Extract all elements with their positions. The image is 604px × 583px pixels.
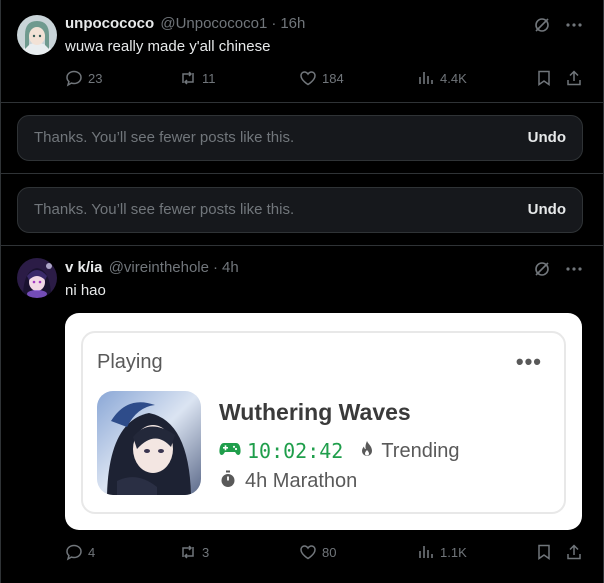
game-title: Wuthering Waves — [219, 399, 411, 425]
user-handle[interactable]: @vireinthehole — [109, 259, 209, 276]
trending-label: Trending — [381, 439, 460, 462]
now-playing-card: Playing ••• Wuthering Waves 10:02:42 Tre… — [81, 331, 566, 514]
stopwatch-icon — [219, 470, 237, 493]
playing-label: Playing — [97, 351, 163, 373]
grok-icon[interactable] — [533, 16, 551, 34]
timestamp[interactable]: 4h — [222, 259, 239, 276]
display-name[interactable]: v k/ia — [65, 259, 103, 276]
like-count: 184 — [322, 70, 344, 86]
fewer-posts-notice: Thanks. You’ll see fewer posts like this… — [17, 115, 583, 161]
repost-icon — [182, 71, 194, 85]
views-icon — [419, 72, 433, 84]
bookmark-button[interactable] — [535, 69, 553, 87]
notice-message: Thanks. You’ll see fewer posts like this… — [34, 201, 295, 218]
more-icon[interactable] — [565, 260, 583, 278]
reply-count: 23 — [88, 70, 103, 86]
fewer-posts-notice: Thanks. You’ll see fewer posts like this… — [17, 187, 583, 233]
share-icon — [567, 544, 581, 560]
display-name[interactable]: unpocococo — [65, 15, 154, 32]
undo-button[interactable]: Undo — [528, 201, 566, 218]
separator: · — [271, 15, 277, 32]
share-button[interactable] — [565, 69, 583, 87]
like-button[interactable]: 184 — [299, 69, 344, 87]
marathon-label: 4h Marathon — [245, 470, 358, 492]
bookmark-icon — [538, 70, 550, 86]
user-handle[interactable]: @Unpocococo1 — [160, 15, 267, 32]
play-timer: 10:02:42 — [247, 439, 344, 463]
reply-icon — [66, 70, 82, 87]
status-row: 10:02:42 Trending — [219, 439, 460, 463]
more-icon[interactable] — [565, 16, 583, 34]
views-icon — [419, 546, 433, 558]
fire-icon — [359, 440, 375, 463]
like-count: 80 — [322, 544, 337, 560]
repost-button[interactable]: 11 — [179, 69, 216, 87]
views-button[interactable]: 1.1K — [417, 543, 467, 561]
like-button[interactable]: 80 — [299, 543, 336, 561]
share-icon — [567, 70, 581, 86]
bookmark-icon — [538, 544, 550, 560]
post-actions: 23 11 184 4.4K — [65, 69, 585, 89]
views-button[interactable]: 4.4K — [417, 69, 467, 87]
post-top-actions — [533, 260, 583, 278]
grok-icon[interactable] — [533, 260, 551, 278]
repost-count: 3 — [202, 544, 210, 560]
post-text: wuwa really made y'all chinese — [65, 38, 271, 55]
marathon-row: 4h Marathon — [219, 470, 357, 493]
divider — [1, 173, 603, 174]
more-icon: ••• — [515, 349, 542, 374]
share-button[interactable] — [565, 543, 583, 561]
repost-icon — [182, 545, 194, 559]
undo-button[interactable]: Undo — [528, 129, 566, 146]
reply-button[interactable]: 4 — [65, 543, 95, 561]
like-icon — [300, 71, 316, 86]
bookmark-button[interactable] — [535, 543, 553, 561]
divider — [1, 102, 603, 103]
timeline: unpocococo @Unpocococo1 · 16h wuwa really … — [0, 0, 604, 583]
views-count: 1.1K — [440, 544, 467, 560]
divider — [1, 245, 603, 246]
game-cover-image — [97, 391, 201, 495]
avatar[interactable] — [17, 258, 57, 298]
avatar[interactable] — [17, 15, 57, 55]
post-media-image[interactable]: Playing ••• Wuthering Waves 10:02:42 Tre… — [65, 313, 582, 530]
repost-count: 11 — [202, 70, 216, 86]
reply-icon — [66, 544, 82, 561]
separator: · — [213, 259, 218, 276]
post-actions: 4 3 80 1.1K — [65, 543, 585, 563]
post-header: unpocococo @Unpocococo1 · 16h — [65, 14, 305, 34]
repost-button[interactable]: 3 — [179, 543, 209, 561]
post-text: ni hao — [65, 282, 106, 299]
notice-message: Thanks. You’ll see fewer posts like this… — [34, 129, 295, 146]
views-count: 4.4K — [440, 70, 467, 86]
timestamp[interactable]: 16h — [280, 15, 305, 32]
post-top-actions — [533, 16, 583, 34]
reply-button[interactable]: 23 — [65, 69, 102, 87]
reply-count: 4 — [88, 544, 96, 560]
gamepad-icon — [219, 440, 241, 463]
post-header: v k/ia @vireinthehole · 4h — [65, 258, 239, 278]
like-icon — [300, 545, 316, 560]
